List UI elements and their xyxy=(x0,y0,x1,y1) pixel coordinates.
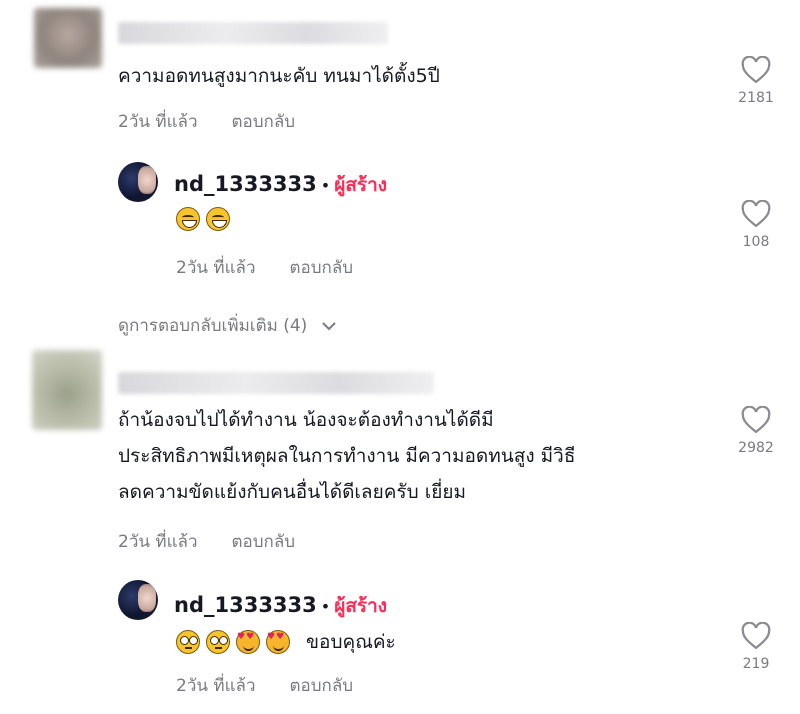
reply-message: ขอบคุณค่ะ xyxy=(306,631,396,653)
heart-icon[interactable] xyxy=(741,200,771,228)
avatar[interactable] xyxy=(118,162,158,202)
comment-line: ประสิทธิภาพมีเหตุผลในการทำงาน มีความอดทน… xyxy=(118,445,576,467)
flushed-face-emoji xyxy=(176,630,200,654)
creator-badge: ผู้สร้าง xyxy=(334,595,388,617)
heart-icon[interactable] xyxy=(741,622,771,650)
like-button[interactable]: 108 xyxy=(726,200,786,250)
reply-header: nd_1333333 • ผู้สร้าง xyxy=(174,591,387,621)
avatar[interactable] xyxy=(34,8,102,68)
heart-icon[interactable] xyxy=(741,406,771,434)
username[interactable]: nd_1333333 xyxy=(174,172,317,196)
comment-line: ลดความขัดแย้งกับคนอื่นได้ดีเลยครับ เยี่ย… xyxy=(118,481,467,503)
avatar[interactable] xyxy=(32,350,102,430)
separator-dot: • xyxy=(320,597,331,616)
timestamp: 2วัน ที่แล้ว xyxy=(118,112,198,132)
comment-meta: 2วัน ที่แล้ว ตอบกลับ xyxy=(118,528,295,555)
reply-button[interactable]: ตอบกลับ xyxy=(232,532,296,552)
like-count: 2982 xyxy=(738,440,774,456)
chevron-down-icon xyxy=(322,322,336,331)
smiling-hearts-emoji xyxy=(236,630,260,654)
reply-text xyxy=(176,207,236,231)
creator-badge: ผู้สร้าง xyxy=(334,174,388,196)
view-more-replies-label: ดูการตอบกลับเพิ่มเติม (4) xyxy=(118,316,308,336)
comment-text: ความอดทนสูงมากนะคับ ทนมาได้ตั้ง5ปี xyxy=(118,65,440,87)
separator-dot: • xyxy=(320,176,331,195)
reply-meta: 2วัน ที่แล้ว ตอบกลับ xyxy=(176,254,353,281)
smiling-hearts-emoji xyxy=(266,630,290,654)
like-count: 2181 xyxy=(738,90,774,106)
comment-text: ถ้าน้องจบไปได้ทำงาน น้องจะต้องทำงานได้ดี… xyxy=(118,402,575,510)
username[interactable]: nd_1333333 xyxy=(174,593,317,617)
comment-line: ถ้าน้องจบไปได้ทำงาน น้องจะต้องทำงานได้ดี… xyxy=(118,409,494,431)
timestamp: 2วัน ที่แล้ว xyxy=(176,258,256,278)
like-button[interactable]: 2982 xyxy=(726,406,786,456)
username-blurred[interactable] xyxy=(118,372,434,394)
username-blurred[interactable] xyxy=(118,22,388,44)
like-count: 108 xyxy=(742,234,770,250)
reply-button[interactable]: ตอบกลับ xyxy=(290,258,354,278)
like-button[interactable]: 2181 xyxy=(726,56,786,106)
reply-meta: 2วัน ที่แล้ว ตอบกลับ xyxy=(176,672,353,699)
flushed-face-emoji xyxy=(206,630,230,654)
timestamp: 2วัน ที่แล้ว xyxy=(176,676,256,696)
comment-meta: 2วัน ที่แล้ว ตอบกลับ xyxy=(118,108,295,135)
reply-button[interactable]: ตอบกลับ xyxy=(290,676,354,696)
heart-icon[interactable] xyxy=(741,56,771,84)
reply-text: ขอบคุณค่ะ xyxy=(176,627,396,657)
reply-header: nd_1333333 • ผู้สร้าง xyxy=(174,170,387,200)
like-button[interactable]: 219 xyxy=(726,622,786,672)
like-count: 219 xyxy=(742,656,770,672)
avatar[interactable] xyxy=(118,580,158,620)
view-more-replies-button[interactable]: ดูการตอบกลับเพิ่มเติม (4) xyxy=(118,312,337,339)
timestamp: 2วัน ที่แล้ว xyxy=(118,532,198,552)
grinning-sweat-emoji xyxy=(176,207,200,231)
reply-button[interactable]: ตอบกลับ xyxy=(232,112,296,132)
grinning-sweat-emoji xyxy=(206,207,230,231)
